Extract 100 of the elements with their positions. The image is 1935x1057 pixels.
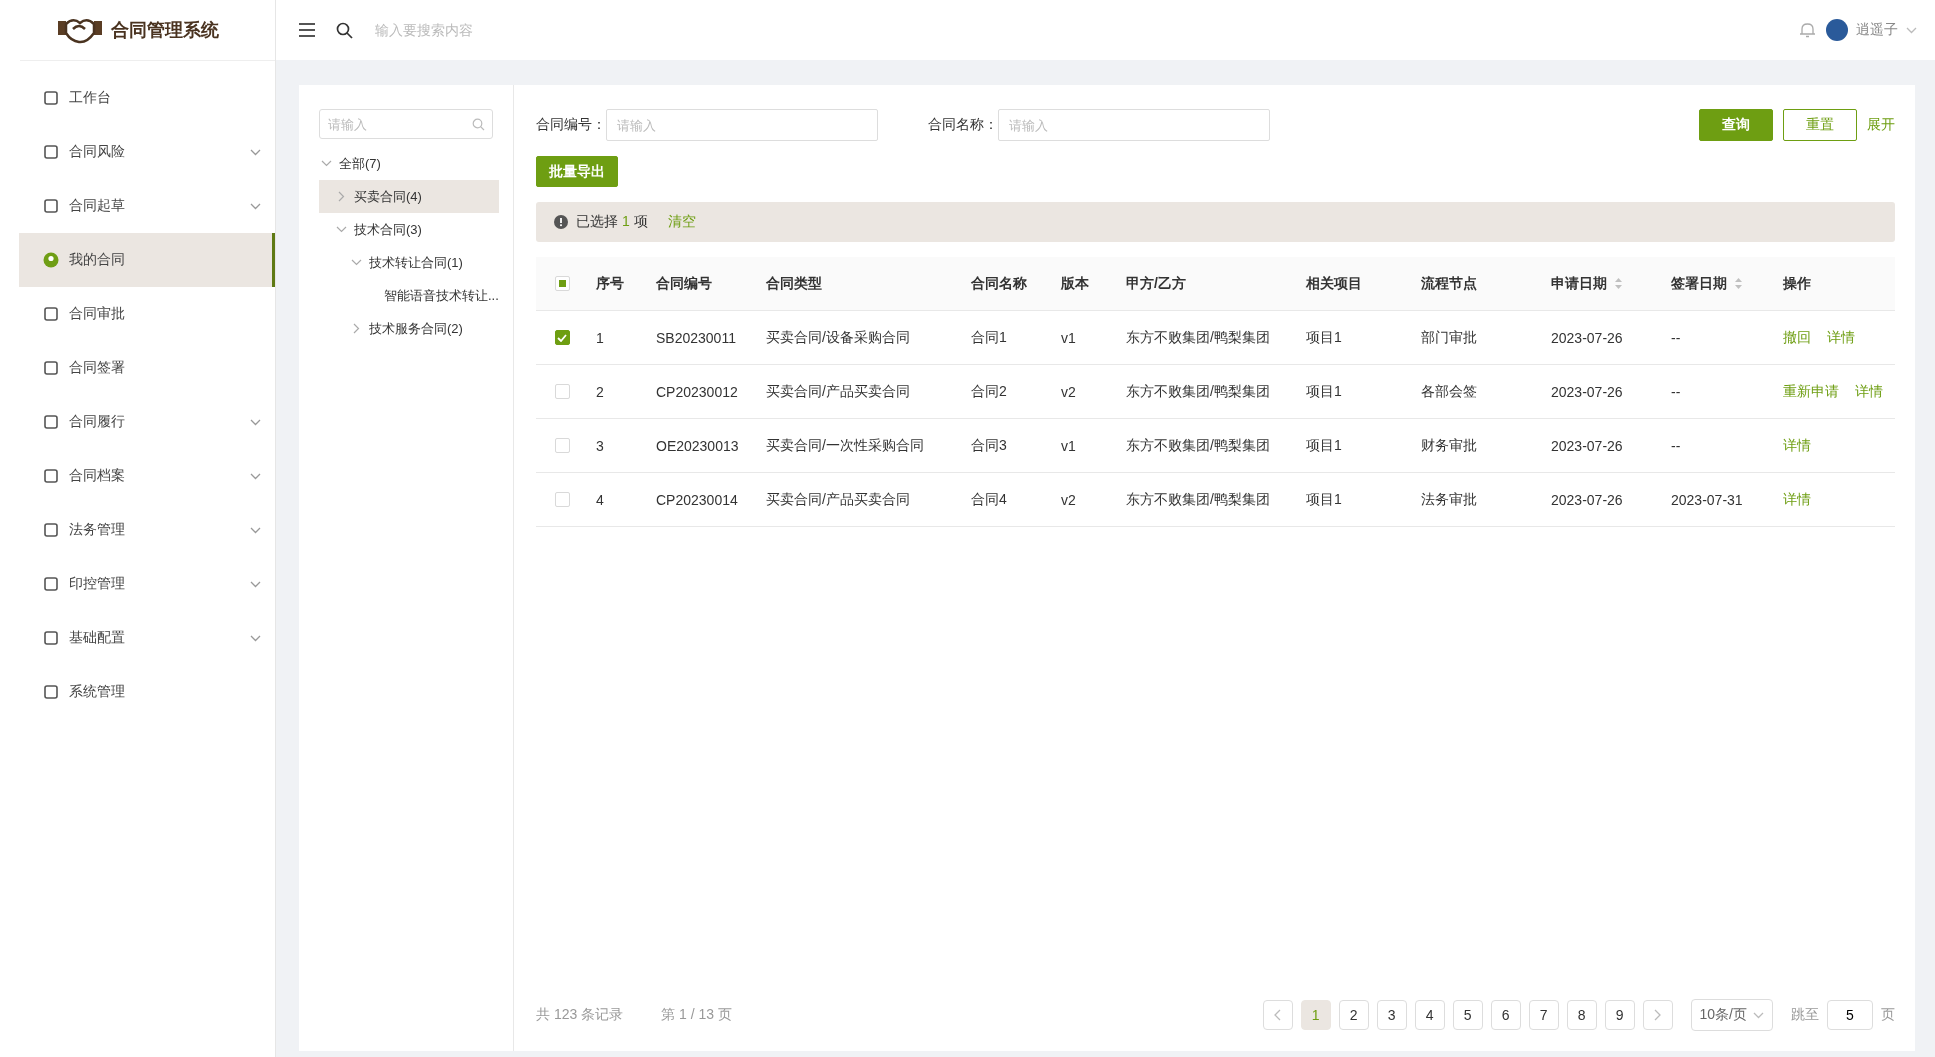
chevron-down-icon[interactable] — [1906, 26, 1917, 34]
sidebar-item[interactable]: 合同档案 — [19, 449, 275, 503]
sidebar-item[interactable]: 合同风险 — [19, 125, 275, 179]
table-cell: 合同1 — [971, 328, 1007, 347]
table-cell: 项目1 — [1306, 382, 1342, 401]
column-header: 合同编号 — [656, 274, 712, 293]
chevron-down-icon — [250, 202, 261, 210]
table-cell: 2023-07-26 — [1551, 329, 1623, 346]
chevron-down-icon — [250, 148, 261, 156]
column-header: 流程节点 — [1421, 274, 1477, 293]
page-button[interactable]: 3 — [1376, 1000, 1407, 1030]
tree-search-field[interactable]: 请输入 — [319, 109, 493, 139]
tree-node[interactable]: 全部(7) — [319, 147, 499, 180]
table-cell: 2 — [596, 383, 604, 400]
tree-node[interactable]: 技术合同(3) — [319, 213, 499, 246]
page-button[interactable]: 6 — [1490, 1000, 1521, 1030]
tree-node[interactable]: 技术转让合同(1) — [319, 246, 499, 279]
page-suffix: 页 — [1881, 1006, 1895, 1024]
sidebar-item[interactable]: 基础配置 — [19, 611, 275, 665]
page-size-select[interactable]: 10条/页 — [1690, 999, 1773, 1031]
column-header: 序号 — [596, 274, 624, 293]
table-cell: 合同3 — [971, 436, 1007, 455]
next-page-button[interactable] — [1642, 1000, 1673, 1030]
search-icon — [472, 118, 485, 131]
chevron-icon — [338, 191, 345, 202]
prev-page-button[interactable] — [1262, 1000, 1293, 1030]
sidebar-item[interactable]: 我的合同 — [19, 233, 275, 287]
column-header: 合同名称 — [971, 274, 1027, 293]
selection-text: 已选择 1 项 — [576, 213, 648, 231]
table-cell: -- — [1671, 383, 1681, 400]
table-cell: 法务审批 — [1421, 490, 1477, 509]
page-button[interactable]: 2 — [1338, 1000, 1369, 1030]
sidebar-item[interactable]: 印控管理 — [19, 557, 275, 611]
table-cell: 2023-07-26 — [1551, 437, 1623, 454]
table-cell: 4 — [596, 491, 604, 508]
chevron-left-icon — [1274, 1009, 1282, 1021]
chevron-down-icon — [1753, 1011, 1764, 1019]
table-cell: 部门审批 — [1421, 328, 1477, 347]
sidebar-item[interactable]: 合同审批 — [19, 287, 275, 341]
bell-icon[interactable] — [1799, 21, 1816, 39]
table-cell: 买卖合同/产品买卖合同 — [766, 382, 910, 401]
column-header: 版本 — [1061, 274, 1089, 293]
sidebar-item[interactable]: 工作台 — [19, 71, 275, 125]
page-info: 第 1 / 13 页 — [661, 1006, 732, 1024]
table-cell: 各部会签 — [1421, 382, 1477, 401]
tree-node[interactable]: 智能语音技术转让... — [319, 279, 499, 312]
filter-label: 合同编号： — [536, 116, 606, 134]
table-cell: 财务审批 — [1421, 436, 1477, 455]
input-field[interactable]: 请输入 — [606, 109, 878, 141]
checkbox[interactable] — [554, 330, 570, 345]
table-cell: 买卖合同/产品买卖合同 — [766, 490, 910, 509]
table-cell: 3 — [596, 437, 604, 454]
sort-icon[interactable] — [1735, 278, 1742, 289]
page-button[interactable]: 5 — [1452, 1000, 1483, 1030]
table-cell: SB20230011 — [656, 329, 736, 346]
sort-icon[interactable] — [1615, 278, 1622, 289]
page-button[interactable]: 9 — [1604, 1000, 1635, 1030]
chevron-icon — [351, 259, 362, 266]
column-header: 操作 — [1783, 274, 1811, 293]
column-header: 签署日期 — [1671, 274, 1727, 293]
table-cell: 东方不败集团/鸭梨集团 — [1126, 490, 1270, 509]
tree-node[interactable]: 技术服务合同(2) — [319, 312, 499, 345]
table-cell: CP20230012 — [656, 383, 738, 400]
sidebar-item[interactable]: 合同起草 — [19, 179, 275, 233]
user-name[interactable]: 逍遥子 — [1856, 21, 1898, 39]
table-cell: 买卖合同/设备采购合同 — [766, 328, 910, 347]
table-cell: 东方不败集团/鸭梨集团 — [1126, 436, 1270, 455]
table-cell: -- — [1671, 437, 1681, 454]
table-cell: 东方不败集团/鸭梨集团 — [1126, 328, 1270, 347]
table-cell: v1 — [1061, 329, 1076, 346]
chevron-down-icon — [250, 526, 261, 534]
table-cell: 2023-07-26 — [1551, 491, 1623, 508]
chevron-icon — [353, 323, 360, 334]
page-button[interactable]: 8 — [1566, 1000, 1597, 1030]
page-jump-field[interactable]: 5 — [1827, 1000, 1873, 1030]
page-button[interactable]: 7 — [1528, 1000, 1559, 1030]
search-icon[interactable] — [336, 21, 353, 39]
tree-node[interactable]: 买卖合同(4) — [319, 180, 499, 213]
table-cell: 项目1 — [1306, 328, 1342, 347]
chevron-down-icon — [250, 634, 261, 642]
avatar[interactable] — [1826, 19, 1848, 41]
table-cell: 东方不败集团/鸭梨集团 — [1126, 382, 1270, 401]
sidebar-item[interactable]: 合同签署 — [19, 341, 275, 395]
column-header: 相关项目 — [1306, 274, 1362, 293]
chevron-down-icon — [250, 580, 261, 588]
sidebar-item[interactable]: 系统管理 — [19, 665, 275, 719]
table-cell: 项目1 — [1306, 490, 1342, 509]
column-header: 合同类型 — [766, 274, 822, 293]
page-button[interactable]: 4 — [1414, 1000, 1445, 1030]
table-cell: 买卖合同/一次性采购合同 — [766, 436, 924, 455]
table-cell: 合同2 — [971, 382, 1007, 401]
table-cell: v2 — [1061, 491, 1076, 508]
sidebar-item[interactable]: 法务管理 — [19, 503, 275, 557]
total-count: 共 123 条记录 — [536, 1006, 624, 1024]
info-icon — [554, 215, 568, 229]
app-title: 合同管理系统 — [110, 19, 219, 42]
sidebar-item[interactable]: 合同履行 — [19, 395, 275, 449]
input-field[interactable]: 请输入 — [998, 109, 1270, 141]
table-cell: CP20230014 — [656, 491, 738, 508]
filter-label: 合同名称： — [928, 116, 998, 134]
